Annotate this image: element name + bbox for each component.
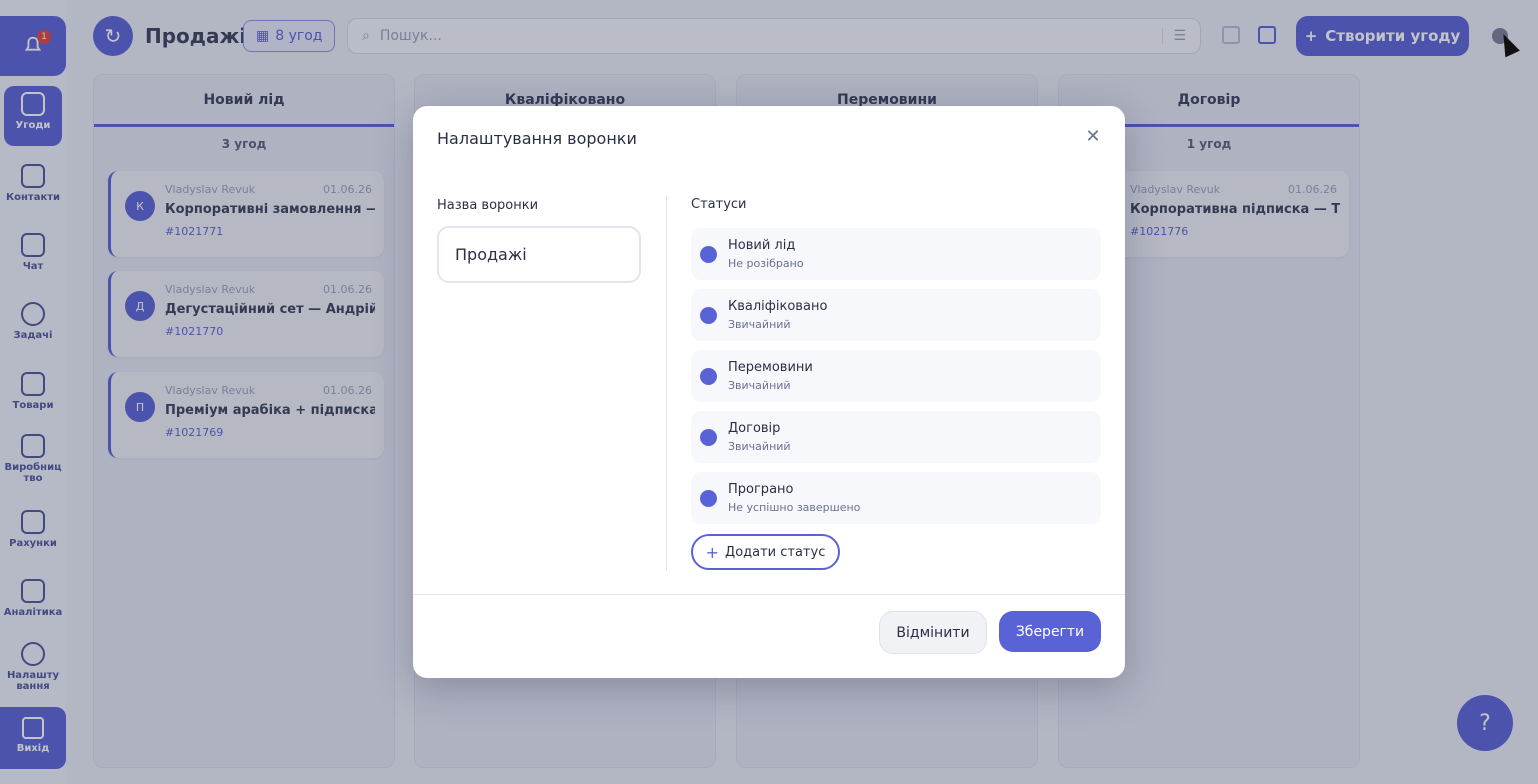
cancel-button[interactable]: Відмінити — [879, 611, 987, 654]
add-status-label: Додати статус — [725, 544, 826, 560]
status-name: Договір — [728, 421, 781, 436]
status-item[interactable]: Новий лід Не розібрано — [691, 228, 1101, 280]
status-type: Не успішно завершено — [728, 501, 861, 514]
status-color-dot[interactable] — [700, 368, 717, 385]
dialog-title: Налаштування воронки — [437, 129, 637, 148]
status-item[interactable]: Програно Не успішно завершено — [691, 472, 1101, 524]
status-type: Звичайний — [728, 379, 791, 392]
status-name: Програно — [728, 482, 794, 497]
status-color-dot[interactable] — [700, 246, 717, 263]
status-item[interactable]: Договір Звичайний — [691, 411, 1101, 463]
funnel-name-label: Назва воронки — [437, 198, 539, 213]
add-status-button[interactable]: + Додати статус — [691, 534, 840, 570]
status-item[interactable]: Перемовини Звичайний — [691, 350, 1101, 402]
divider — [666, 196, 667, 571]
funnel-name-value: Продажі — [455, 245, 527, 264]
statuses-label: Статуси — [691, 197, 747, 212]
close-icon[interactable]: ✕ — [1083, 126, 1103, 147]
status-color-dot[interactable] — [700, 429, 717, 446]
status-color-dot[interactable] — [700, 307, 717, 324]
status-name: Новий лід — [728, 238, 796, 253]
funnel-settings-dialog: Налаштування воронки ✕ Назва воронки Про… — [413, 106, 1125, 678]
status-color-dot[interactable] — [700, 490, 717, 507]
footer-divider — [413, 594, 1125, 595]
status-name: Кваліфіковано — [728, 299, 828, 314]
save-button[interactable]: Зберегти — [999, 611, 1101, 652]
status-item[interactable]: Кваліфіковано Звичайний — [691, 289, 1101, 341]
status-type: Звичайний — [728, 318, 791, 331]
funnel-name-input[interactable]: Продажі — [437, 226, 641, 283]
status-type: Звичайний — [728, 440, 791, 453]
status-name: Перемовини — [728, 360, 813, 375]
plus-icon: + — [705, 542, 720, 562]
status-type: Не розібрано — [728, 257, 804, 270]
